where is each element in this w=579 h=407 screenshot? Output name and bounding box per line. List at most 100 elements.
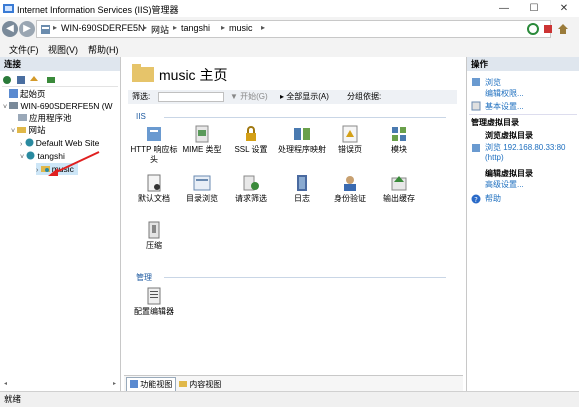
annotation-arrow-icon: [48, 151, 100, 176]
browse-vdir-heading: 浏览虚拟目录: [485, 131, 533, 140]
lock-icon: [246, 126, 256, 141]
app-pool-icon: [18, 114, 27, 121]
scroll-left-button[interactable]: ◂: [2, 381, 9, 388]
connections-icon[interactable]: [46, 75, 56, 85]
tree-item-app-pools[interactable]: 应用程序池: [18, 112, 72, 124]
feature-compression[interactable]: 压缩: [128, 221, 180, 251]
tab-content-view[interactable]: 内容视图: [176, 378, 224, 391]
feature-handler-mappings[interactable]: 处理程序映射: [276, 125, 328, 155]
refresh-icon[interactable]: [526, 22, 540, 36]
action-help[interactable]: 帮助: [485, 193, 501, 204]
features-pane: music 主页 筛选: ▼ 开始(G) ▸ 全部显示(A) 分组依据: IIS…: [124, 57, 463, 391]
error-page-icon: [342, 125, 358, 143]
feature-request-filtering[interactable]: 请求筛选: [225, 174, 277, 204]
feature-label: 配置编辑器: [134, 307, 174, 316]
close-button[interactable]: ✕: [549, 0, 579, 17]
settings-icon: [471, 101, 481, 111]
feature-label: 压缩: [146, 241, 162, 250]
group-divider: [164, 117, 446, 118]
feature-directory-browsing[interactable]: 目录浏览: [176, 174, 228, 204]
feature-output-caching[interactable]: 输出缓存: [373, 174, 425, 204]
action-browse-url-proto[interactable]: (http): [485, 153, 504, 162]
feature-label: 身份验证: [334, 194, 366, 203]
breadcrumb-separator: ▸: [53, 23, 58, 32]
breadcrumb-separator: ▸: [173, 23, 178, 32]
view-tabs: 功能视图 内容视图: [124, 375, 463, 392]
feature-ssl-settings[interactable]: SSL 设置: [225, 125, 277, 155]
title-bar: Internet Information Services (IIS)管理器 —…: [0, 0, 579, 17]
connections-header: 连接: [0, 57, 120, 71]
folder-icon: [132, 64, 154, 82]
feature-authentication[interactable]: 身份验证: [324, 174, 376, 204]
back-button[interactable]: ◀: [2, 21, 18, 37]
cache-icon: [391, 176, 407, 191]
filter-input[interactable]: [158, 92, 224, 102]
up-icon[interactable]: [29, 75, 39, 85]
feature-http-headers[interactable]: HTTP 响应标头: [128, 125, 180, 165]
action-edit-permissions[interactable]: 编辑权限...: [485, 88, 524, 99]
tree-item-label: 应用程序池: [29, 113, 72, 123]
breadcrumb-separator: ▸: [261, 23, 266, 32]
tree-item-server[interactable]: ˅ WIN-690SDERFE5N (W: [3, 100, 113, 112]
feature-logging[interactable]: 日志: [276, 174, 328, 204]
feature-label: 模块: [391, 145, 407, 154]
action-advanced-settings[interactable]: 高级设置...: [485, 179, 524, 190]
tree-item-default-site[interactable]: › Default Web Site: [20, 137, 99, 149]
breadcrumb-sites[interactable]: 网站: [151, 23, 169, 36]
tree-item-start-page[interactable]: 起始页: [9, 88, 46, 100]
breadcrumb-site[interactable]: tangshi: [181, 23, 210, 33]
menu-help[interactable]: 帮助(H): [88, 43, 119, 56]
save-icon[interactable]: [16, 75, 26, 85]
feature-mime-types[interactable]: MIME 类型: [176, 125, 228, 155]
manage-vdir-heading: 管理虚拟目录: [471, 118, 519, 127]
browse-link-icon: [472, 144, 480, 152]
forward-button[interactable]: ▶: [19, 21, 35, 37]
maximize-button[interactable]: ☐: [519, 0, 549, 17]
breadcrumb-server[interactable]: WIN-690SDERFE5N: [61, 23, 145, 33]
server-icon: [9, 102, 19, 109]
breadcrumb-separator: ▸: [143, 23, 148, 32]
feature-label: 输出缓存: [383, 194, 415, 203]
connect-icon[interactable]: [2, 75, 12, 85]
address-breadcrumb[interactable]: ▸ WIN-690SDERFE5N ▸ 网站 ▸ tangshi ▸ music…: [36, 20, 551, 38]
tree-item-label: 网站: [28, 125, 46, 135]
content-view-icon: [179, 381, 187, 387]
page-title: music 主页: [159, 67, 228, 83]
action-basic-settings[interactable]: 基本设置...: [485, 101, 524, 112]
help-icon: ?: [471, 194, 481, 204]
iis-app-icon: [3, 4, 14, 13]
mime-icon: [195, 125, 209, 143]
action-browse-url[interactable]: 浏览 192.168.80.33:80: [485, 142, 566, 153]
feature-configuration-editor[interactable]: 配置编辑器: [128, 287, 180, 317]
log-icon: [297, 175, 307, 191]
action-browse[interactable]: 浏览: [485, 77, 501, 88]
filter-showall-button[interactable]: ▸ 全部显示(A): [280, 90, 329, 104]
feature-label: MIME 类型: [182, 145, 222, 154]
start-page-icon: [9, 89, 18, 98]
feature-modules[interactable]: 模块: [373, 125, 425, 155]
user-icon: [344, 176, 356, 191]
menu-view[interactable]: 视图(V): [48, 43, 78, 56]
actions-divider: [469, 114, 577, 115]
filter-start-button[interactable]: ▼ 开始(G): [230, 90, 268, 104]
minimize-button[interactable]: —: [489, 0, 519, 17]
connections-toolbar: [2, 73, 118, 87]
menu-file[interactable]: 文件(F): [9, 43, 39, 56]
status-text: 就绪: [4, 394, 22, 404]
scroll-right-button[interactable]: ▸: [111, 381, 118, 388]
group-manage-label: 管理: [136, 273, 152, 282]
home-icon[interactable]: [556, 22, 570, 36]
connections-pane: 连接 起始页 ˅ WIN-690SDERFE5N (W 应用程序池 ˅ 网站 ›…: [0, 57, 121, 391]
stop-icon[interactable]: [541, 22, 555, 36]
server-icon: [41, 25, 50, 34]
feature-error-pages[interactable]: 错误页: [324, 125, 376, 155]
config-editor-icon: [147, 287, 161, 305]
breadcrumb-app[interactable]: music: [229, 23, 253, 33]
tree-item-sites[interactable]: ˅ 网站: [11, 124, 45, 136]
feature-default-document[interactable]: 默认文档: [128, 174, 180, 204]
svg-text:?: ?: [474, 196, 478, 204]
filter-icon: [243, 175, 259, 191]
breadcrumb-separator: ▸: [221, 23, 226, 32]
actions-header: 操作: [467, 57, 579, 71]
tab-features-view[interactable]: 功能视图: [126, 377, 177, 392]
